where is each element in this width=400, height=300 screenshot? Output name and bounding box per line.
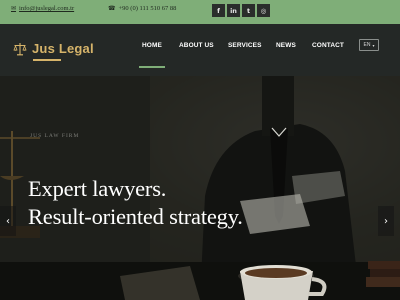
twitter-icon[interactable]: t	[242, 4, 255, 17]
linkedin-icon[interactable]: in	[227, 4, 240, 17]
language-select[interactable]: EN ▾	[359, 39, 379, 51]
slider-prev-button[interactable]: ‹	[0, 206, 16, 236]
language-value: EN	[363, 42, 371, 48]
phone-link[interactable]: ☎ +90 (0) 111 510 67 88	[108, 5, 176, 12]
facebook-icon[interactable]: f	[212, 4, 225, 17]
email-link[interactable]: ✉ info@juslegal.com.tr	[11, 5, 74, 12]
phone-text: +90 (0) 111 510 67 88	[118, 5, 177, 12]
hero-kicker: Jus Law Firm	[30, 133, 80, 139]
chevron-down-icon: ▾	[372, 42, 375, 48]
social-links: f in t ◎	[212, 4, 270, 17]
instagram-icon[interactable]: ◎	[257, 4, 270, 17]
phone-icon: ☎	[108, 5, 116, 12]
chevron-right-icon: ›	[384, 215, 388, 227]
email-text: info@juslegal.com.tr	[19, 5, 75, 12]
hero-slider: Jus Law Firm Expert lawyers. Result-orie…	[0, 76, 400, 300]
hero-headline-line-2: Result-oriented strategy.	[28, 204, 243, 229]
top-contact-bar: ✉ info@juslegal.com.tr ☎ +90 (0) 111 510…	[0, 0, 400, 24]
logo-underline	[33, 59, 61, 61]
chevron-left-icon: ‹	[6, 215, 10, 227]
nav-news[interactable]: NEWS	[276, 42, 296, 49]
envelope-icon: ✉	[11, 5, 17, 12]
slider-next-button[interactable]: ›	[378, 206, 394, 236]
hero-headline: Expert lawyers. Result-oriented strategy…	[28, 175, 243, 231]
scales-of-justice-icon	[13, 42, 27, 55]
hero-headline-line-1: Expert lawyers.	[28, 176, 167, 201]
logo-link[interactable]: Jus Legal	[13, 41, 94, 56]
brand-name: Jus Legal	[32, 41, 94, 56]
nav-home[interactable]: HOME	[139, 42, 165, 68]
nav-services[interactable]: SERVICES	[228, 42, 262, 49]
nav-about-us[interactable]: ABOUT US	[179, 42, 214, 49]
nav-contact[interactable]: CONTACT	[312, 42, 344, 49]
main-navbar: Jus Legal HOME ABOUT US SERVICES NEWS CO…	[0, 24, 400, 76]
